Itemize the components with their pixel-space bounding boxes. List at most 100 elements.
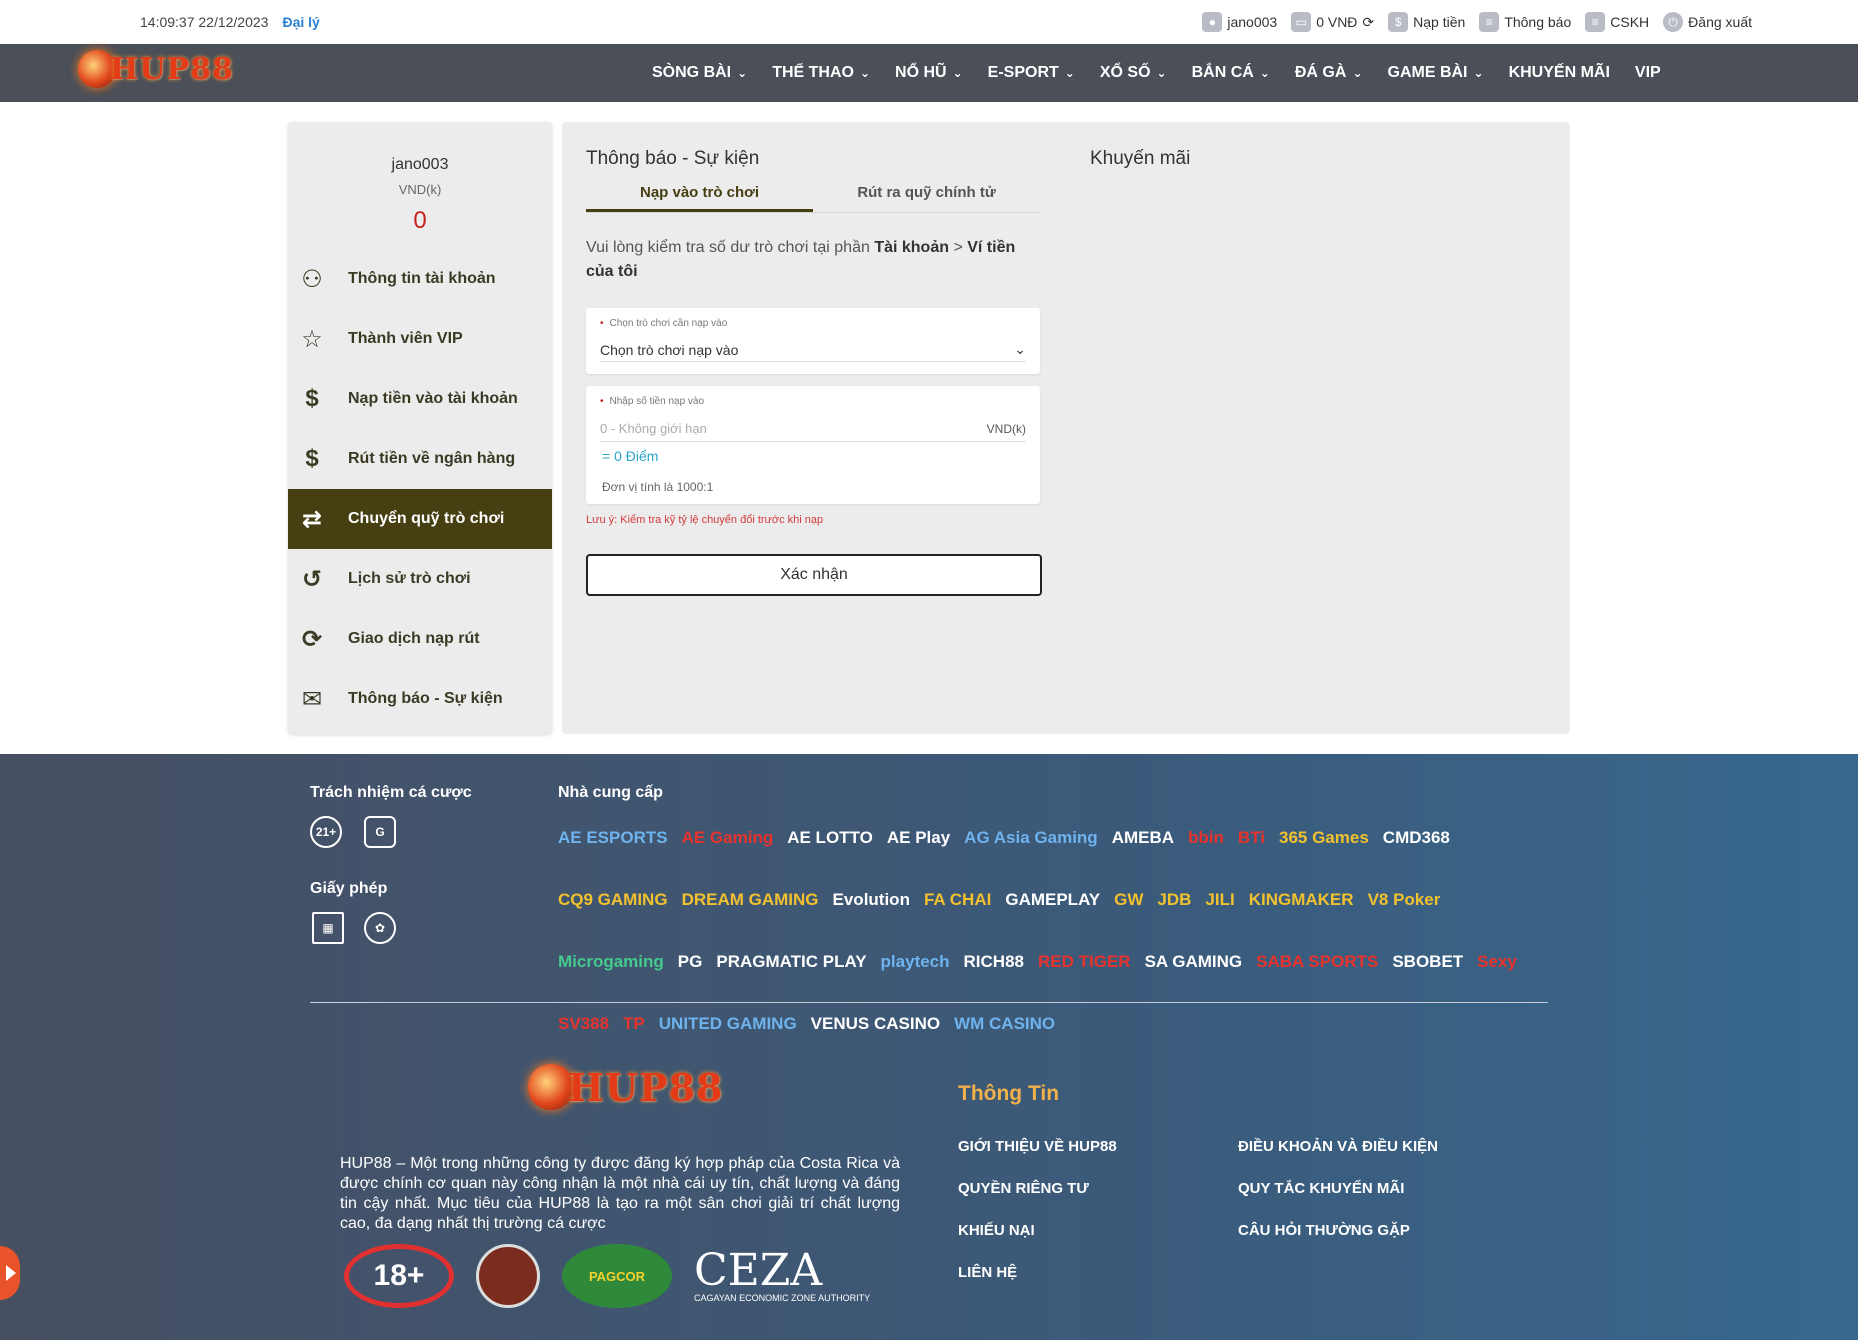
provider-logo[interactable]: AE ESPORTS	[558, 814, 668, 862]
provider-logo[interactable]: RED TIGER	[1038, 938, 1131, 986]
tab-deposit-to-game[interactable]: Nạp vào trò chơi	[586, 184, 813, 212]
sidebar-item-withdraw[interactable]: $ Rút tiền về ngân hàng	[288, 429, 552, 489]
nav-item-sports[interactable]: THỂ THAO ⌄	[772, 64, 895, 82]
deposit-link[interactable]: $ Nạp tiền	[1388, 12, 1465, 32]
notice-link[interactable]: ≡ Thông báo	[1479, 12, 1571, 32]
provider-logo[interactable]: WM CASINO	[954, 1000, 1055, 1048]
game-select[interactable]: Chọn trò chơi nạp vào ⌄	[600, 338, 1026, 362]
link-terms[interactable]: ĐIỀU KHOẢN VÀ ĐIỀU KIỆN	[1238, 1138, 1478, 1162]
link-faq[interactable]: CÂU HỎI THƯỜNG GẶP	[1238, 1222, 1478, 1246]
provider-logo[interactable]: JDB	[1157, 876, 1191, 924]
top-bar-right: ● jano003 ▭ 0 VNĐ ⟳ $ Nạp tiền ≡ Thông b…	[1202, 12, 1752, 32]
age-21-icon: 21+	[310, 816, 342, 848]
link-contact[interactable]: LIÊN HỆ	[958, 1264, 1238, 1288]
nav-item-slots[interactable]: NỔ HŨ ⌄	[895, 64, 988, 82]
nav-item-promotion[interactable]: KHUYẾN MÃI	[1509, 64, 1635, 82]
provider-logo[interactable]: JILI	[1205, 876, 1234, 924]
link-complaints[interactable]: KHIẾU NẠI	[958, 1222, 1238, 1246]
sidebar-item-account-info[interactable]: ⚇ Thông tin tài khoản	[288, 249, 552, 309]
provider-logo[interactable]: TP	[623, 1000, 645, 1048]
site-logo[interactable]: HUP88	[78, 50, 234, 88]
piggy-bank-icon: $	[1388, 12, 1409, 32]
footer-logo-text: HUP88	[568, 1064, 724, 1110]
agent-link[interactable]: Đại lý	[282, 14, 319, 30]
user-icon: ●	[1202, 12, 1223, 32]
logout-link[interactable]: ⏻ Đăng xuất	[1663, 12, 1752, 32]
amount-input[interactable]: 0 - Không giới hạn VND(k)	[600, 416, 1026, 442]
provider-logo[interactable]: CQ9 GAMING	[558, 876, 668, 924]
provider-logo[interactable]: playtech	[881, 938, 950, 986]
wallet-balance[interactable]: ▭ 0 VNĐ ⟳	[1291, 12, 1374, 32]
warning-text: Lưu ý: Kiểm tra kỹ tỷ lệ chuyển đổi trướ…	[586, 514, 824, 526]
sidebar-item-vip[interactable]: ☆ Thành viên VIP	[288, 309, 552, 369]
provider-logo[interactable]: AG Asia Gaming	[964, 814, 1098, 862]
provider-logo[interactable]: AE Play	[887, 814, 950, 862]
nav-item-fishing[interactable]: BẮN CÁ ⌄	[1192, 64, 1295, 82]
support-link[interactable]: ≡ CSKH	[1585, 12, 1649, 32]
provider-logo[interactable]: Evolution	[833, 876, 910, 924]
provider-logo[interactable]: VENUS CASINO	[811, 1000, 940, 1048]
sidebar-item-transactions[interactable]: ⟳ Giao dịch nạp rút	[288, 609, 552, 669]
link-promo-rules[interactable]: QUY TẮC KHUYẾN MÃI	[1238, 1180, 1478, 1204]
provider-logo[interactable]: BTi	[1238, 814, 1265, 862]
logout-label: Đăng xuất	[1688, 14, 1752, 30]
nav-item-cockfight[interactable]: ĐÁ GÀ ⌄	[1295, 64, 1388, 82]
sidebar-item-transfer[interactable]: ⇄ Chuyển quỹ trò chơi	[288, 489, 552, 549]
provider-logo[interactable]: Sexy	[1477, 938, 1517, 986]
game-select-label: • Chọn trò chơi cần nạp vào	[600, 318, 728, 329]
account-area: jano003 VND(k) 0 ⚇ Thông tin tài khoản ☆ T…	[288, 122, 1570, 734]
provider-logo[interactable]: PG	[678, 938, 703, 986]
balance-text: 0 VNĐ	[1316, 14, 1358, 30]
logo-text: HUP88	[110, 51, 234, 87]
provider-logo[interactable]: CMD368	[1383, 814, 1450, 862]
refresh-icon[interactable]: ⟳	[1362, 14, 1374, 31]
provider-logo[interactable]: FA CHAI	[924, 876, 991, 924]
chevron-down-icon: ⌄	[859, 66, 871, 80]
tab-withdraw-to-main[interactable]: Rút ra quỹ chính tử	[813, 184, 1040, 212]
nav-item-casino[interactable]: SÒNG BÀI ⌄	[652, 64, 772, 82]
chevron-down-icon: ⌄	[1064, 66, 1075, 80]
footer: Trách nhiệm cá cược 21+ G Giấy phép ▦ ✿ …	[0, 754, 1858, 1340]
provider-logo[interactable]: AE LOTTO	[787, 814, 873, 862]
sidebar-item-deposit[interactable]: $ Nạp tiền vào tài khoản	[288, 369, 552, 429]
provider-logo[interactable]: UNITED GAMING	[659, 1000, 797, 1048]
star-icon: ☆	[301, 325, 323, 353]
provider-logo[interactable]: GAMEPLAY	[1005, 876, 1100, 924]
amount-placeholder: 0 - Không giới hạn	[600, 421, 707, 436]
link-privacy[interactable]: QUYỀN RIÊNG TƯ	[958, 1180, 1238, 1204]
provider-logo[interactable]: PRAGMATIC PLAY	[716, 938, 866, 986]
sidebar-item-history[interactable]: ↺ Lịch sử trò chơi	[288, 549, 552, 609]
provider-logo[interactable]: GW	[1114, 876, 1143, 924]
license-title: Giấy phép	[310, 880, 388, 897]
provider-logo[interactable]: V8 Poker	[1368, 876, 1441, 924]
provider-logo[interactable]: KINGMAKER	[1249, 876, 1354, 924]
provider-logo[interactable]: SA GAMING	[1145, 938, 1243, 986]
ceza-subtitle: CAGAYAN ECONOMIC ZONE AUTHORITY	[694, 1293, 871, 1303]
nav-item-lottery[interactable]: XỔ SỐ ⌄	[1100, 64, 1192, 82]
provider-logo[interactable]: 365 Games	[1279, 814, 1369, 862]
provider-logo[interactable]: AMEBA	[1112, 814, 1174, 862]
chevron-down-icon: ⌄	[1156, 66, 1167, 80]
user-menu[interactable]: ● jano003	[1202, 12, 1277, 32]
isle-of-man-seal-icon	[476, 1244, 540, 1308]
provider-logo[interactable]: Microgaming	[558, 938, 664, 986]
sidebar-item-notices[interactable]: ✉ Thông báo - Sự kiện	[288, 669, 552, 729]
footer-logo[interactable]: HUP88	[528, 1064, 724, 1110]
nav-item-vip[interactable]: VIP	[1635, 64, 1686, 82]
provider-logo[interactable]: RICH88	[964, 938, 1024, 986]
provider-logo[interactable]: SV388	[558, 1000, 609, 1048]
wallet-icon: ▭	[1291, 12, 1312, 32]
confirm-button[interactable]: Xác nhận	[586, 554, 1042, 596]
chevron-down-icon: ⌄	[1352, 66, 1363, 80]
link-about[interactable]: GIỚI THIỆU VỀ HUP88	[958, 1138, 1238, 1162]
chevron-down-icon: ⌄	[1259, 66, 1270, 80]
provider-logo[interactable]: DREAM GAMING	[682, 876, 819, 924]
provider-logo[interactable]: AE Gaming	[682, 814, 774, 862]
nav-item-esport[interactable]: E-SPORT ⌄	[988, 64, 1100, 82]
sidebar-balance: 0	[413, 207, 427, 234]
nav-item-cardgame[interactable]: GAME BÀI ⌄	[1388, 64, 1509, 82]
provider-logo[interactable]: SABA SPORTS	[1256, 938, 1378, 986]
nav-menu: SÒNG BÀI ⌄ THỂ THAO ⌄ NỔ HŨ ⌄ E-SPORT ⌄ XỔ S…	[652, 44, 1686, 102]
provider-logo[interactable]: SBOBET	[1392, 938, 1463, 986]
provider-logo[interactable]: bbin	[1188, 814, 1224, 862]
